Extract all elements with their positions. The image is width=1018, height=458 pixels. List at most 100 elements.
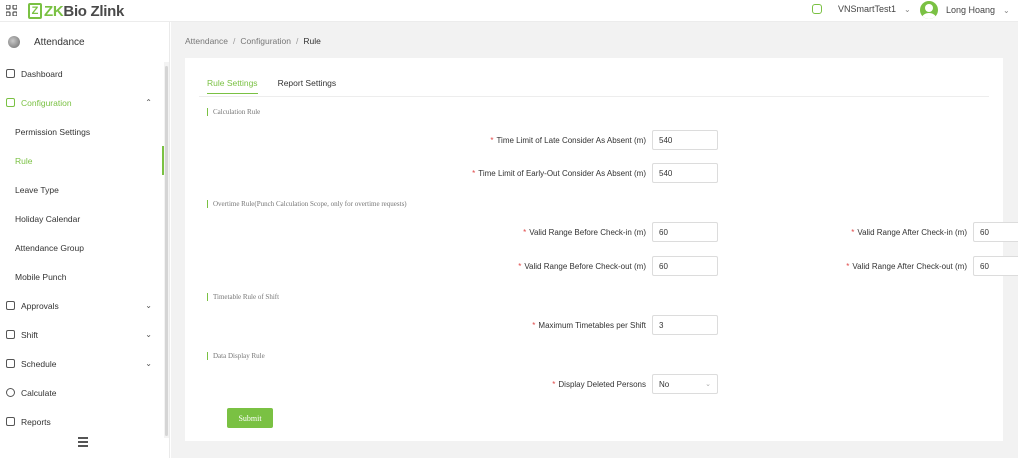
breadcrumb-item[interactable]: Attendance xyxy=(185,36,228,46)
dashboard-icon xyxy=(6,69,15,78)
field-label: Valid Range Before Check-in (m) xyxy=(529,227,646,237)
chevron-down-icon: ⌄ xyxy=(705,381,711,388)
approvals-icon xyxy=(6,301,15,310)
field-label: Maximum Timetables per Shift xyxy=(538,320,646,330)
tab-rule-settings[interactable]: Rule Settings xyxy=(207,78,258,94)
required-mark: * xyxy=(472,168,476,178)
module-title: Attendance xyxy=(34,36,85,48)
sidebar-item-rule[interactable]: Rule xyxy=(0,146,164,175)
sidebar-item-calculate[interactable]: Calculate xyxy=(0,378,164,407)
sidebar-item-approvals[interactable]: Approvals ⌄ xyxy=(0,291,164,320)
section-overtime-rule: Overtime Rule(Punch Calculation Scope, o… xyxy=(207,200,407,208)
sidebar-item-label: Mobile Punch xyxy=(15,271,67,282)
sidebar-item-reports[interactable]: Reports xyxy=(0,407,164,436)
after-checkout-input[interactable] xyxy=(973,256,1018,276)
sidebar-item-label: Reports xyxy=(21,416,51,427)
field-label: Valid Range After Check-out (m) xyxy=(852,261,967,271)
field-after-checkin: * Valid Range After Check-in (m) xyxy=(851,222,1018,242)
field-display-deleted: * Display Deleted Persons No ⌄ xyxy=(552,374,718,394)
required-mark: * xyxy=(552,379,556,389)
calculate-icon xyxy=(6,388,15,397)
sidebar-item-mobile-punch[interactable]: Mobile Punch xyxy=(0,262,164,291)
sidebar-item-leave-type[interactable]: Leave Type xyxy=(0,175,164,204)
avatar xyxy=(920,1,938,19)
chevron-down-icon: ⌄ xyxy=(145,359,152,368)
sidebar-item-label: Shift xyxy=(21,329,39,340)
field-late-absent: * Time Limit of Late Consider As Absent (… xyxy=(490,130,718,150)
tab-divider xyxy=(199,96,989,97)
late-absent-input[interactable] xyxy=(652,130,718,150)
field-label: Time Limit of Early-Out Consider As Abse… xyxy=(478,168,646,178)
select-value: No xyxy=(659,379,670,389)
sidebar-item-attendance-group[interactable]: Attendance Group xyxy=(0,233,164,262)
display-deleted-select[interactable]: No ⌄ xyxy=(652,374,718,394)
field-before-checkin: * Valid Range Before Check-in (m) xyxy=(523,222,718,242)
top-bar: Z ZKBio Zlink VNSmartTest1 ⌄ Long Hoang … xyxy=(0,0,1018,22)
chevron-down-icon: ⌄ xyxy=(1003,5,1010,15)
sidebar: Attendance Dashboard Configuration ⌃ Per… xyxy=(0,22,170,458)
required-mark: * xyxy=(523,227,527,237)
user-name: Long Hoang xyxy=(946,5,996,15)
sidebar-item-label: Approvals xyxy=(21,300,59,311)
app-logo[interactable]: Z ZKBio Zlink xyxy=(28,2,124,20)
chevron-down-icon: ⌄ xyxy=(145,301,152,310)
sidebar-scrollbar[interactable] xyxy=(165,66,168,436)
submit-button[interactable]: Submit xyxy=(227,408,273,428)
sidebar-item-label: Configuration xyxy=(21,97,72,108)
app-grid-icon[interactable] xyxy=(6,5,17,16)
module-header[interactable]: Attendance xyxy=(0,22,170,62)
sidebar-item-label: Rule xyxy=(15,155,33,166)
chevron-up-icon: ⌃ xyxy=(145,98,152,107)
required-mark: * xyxy=(518,261,522,271)
field-label: Time Limit of Late Consider As Absent (m… xyxy=(496,135,646,145)
rule-settings-card: Rule Settings Report Settings Calculatio… xyxy=(185,58,1018,441)
configuration-icon xyxy=(6,98,15,107)
chevron-down-icon: ⌄ xyxy=(904,4,911,14)
field-label: Valid Range Before Check-out (m) xyxy=(524,261,646,271)
max-timetables-input[interactable] xyxy=(652,315,718,335)
field-early-absent: * Time Limit of Early-Out Consider As Abs… xyxy=(472,163,718,183)
sidebar-item-label: Schedule xyxy=(21,358,57,369)
sidebar-item-holiday-calendar[interactable]: Holiday Calendar xyxy=(0,204,164,233)
reports-icon xyxy=(6,417,15,426)
logo-brand: ZK xyxy=(44,2,64,20)
main-content: Attendance / Configuration / Rule Rule Setti… xyxy=(171,22,1018,458)
menu-collapse-icon[interactable] xyxy=(78,437,88,447)
user-menu[interactable]: Long Hoang ⌄ xyxy=(920,1,1010,19)
sidebar-item-permission-settings[interactable]: Permission Settings xyxy=(0,117,164,146)
schedule-icon xyxy=(6,359,15,368)
sidebar-item-label: Calculate xyxy=(21,387,57,398)
chevron-down-icon: ⌄ xyxy=(145,330,152,339)
after-checkin-input[interactable] xyxy=(973,222,1018,242)
company-icon xyxy=(812,4,822,14)
field-label: Valid Range After Check-in (m) xyxy=(857,227,967,237)
tenant-switcher[interactable]: VNSmartTest1 ⌄ xyxy=(812,4,911,14)
field-max-timetables: * Maximum Timetables per Shift xyxy=(532,315,718,335)
early-absent-input[interactable] xyxy=(652,163,718,183)
tab-report-settings[interactable]: Report Settings xyxy=(278,78,337,94)
tab-bar: Rule Settings Report Settings xyxy=(207,78,356,94)
section-timetable-rule: Timetable Rule of Shift xyxy=(207,293,279,301)
sidebar-item-shift[interactable]: Shift ⌄ xyxy=(0,320,164,349)
shift-icon xyxy=(6,330,15,339)
sidebar-item-configuration[interactable]: Configuration ⌃ xyxy=(0,88,164,117)
sidebar-item-label: Permission Settings xyxy=(15,126,91,137)
sidebar-item-dashboard[interactable]: Dashboard xyxy=(0,59,164,88)
field-after-checkout: * Valid Range After Check-out (m) xyxy=(846,256,1018,276)
sidebar-item-schedule[interactable]: Schedule ⌄ xyxy=(0,349,164,378)
sidebar-item-label: Leave Type xyxy=(15,184,59,195)
required-mark: * xyxy=(490,135,494,145)
logo-icon: Z xyxy=(28,3,42,19)
required-mark: * xyxy=(851,227,855,237)
required-mark: * xyxy=(532,320,536,330)
tenant-name: VNSmartTest1 xyxy=(838,4,897,14)
before-checkin-input[interactable] xyxy=(652,222,718,242)
breadcrumb-current: Rule xyxy=(303,36,321,46)
before-checkout-input[interactable] xyxy=(652,256,718,276)
attendance-module-icon xyxy=(8,36,20,48)
required-mark: * xyxy=(846,261,850,271)
section-calculation-rule: Calculation Rule xyxy=(207,108,260,116)
breadcrumb-item[interactable]: Configuration xyxy=(240,36,291,46)
field-before-checkout: * Valid Range Before Check-out (m) xyxy=(518,256,718,276)
logo-text: Bio Zlink xyxy=(63,2,125,20)
